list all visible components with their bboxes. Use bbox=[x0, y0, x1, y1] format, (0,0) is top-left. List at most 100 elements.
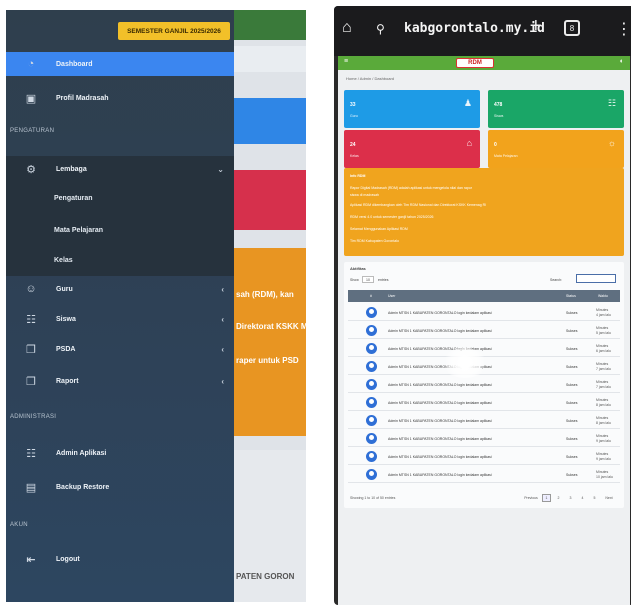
copy-icon: ❐ bbox=[26, 375, 36, 388]
sidebar-item-guru[interactable]: ☺ Guru ‹ bbox=[6, 278, 234, 300]
row-time: Minutes 7 jam lalu bbox=[596, 362, 611, 372]
site-settings-icon[interactable]: ⚲ bbox=[376, 22, 385, 36]
hamburger-icon[interactable]: ≡ bbox=[344, 58, 348, 65]
activity-table-card: Aktifitas Show 10 entries Search: # User… bbox=[344, 262, 624, 508]
pagination-next[interactable]: Next bbox=[602, 494, 616, 502]
sidebar-item-label: Siswa bbox=[56, 315, 76, 323]
sidebar-item-label: Kelas bbox=[54, 256, 73, 264]
sidebar-item-admin-aplikasi[interactable]: ☷ Admin Aplikasi bbox=[6, 442, 234, 464]
pagination-previous[interactable]: Previous bbox=[522, 494, 540, 502]
sidebar-item-label: Pengaturan bbox=[54, 194, 93, 202]
row-time-unit: Minutes bbox=[596, 326, 609, 330]
search-input[interactable] bbox=[576, 274, 616, 283]
show-label: Show bbox=[350, 278, 359, 282]
phone-photo: ⌂ ⚲ kabgorontalo.my.id + 8 ⋮ ≡ RDM ◐ Hom… bbox=[334, 6, 631, 605]
chevron-left-icon: ‹ bbox=[221, 284, 224, 294]
tab-switcher-button[interactable]: 8 bbox=[564, 20, 580, 36]
stat-card-kelas[interactable]: 24 Kelas ⌂ bbox=[344, 130, 480, 168]
user-menu-icon[interactable]: ◐ bbox=[620, 58, 624, 65]
row-time-unit: Minutes bbox=[596, 416, 609, 420]
users-icon: ☷ bbox=[26, 313, 36, 326]
info-line: Rapor Digital Madrasah (RDM) adalah apli… bbox=[350, 186, 472, 190]
sidebar-subitem-kelas[interactable]: Kelas bbox=[6, 250, 234, 270]
lightbulb-icon: ☼ bbox=[607, 138, 616, 148]
row-time: Minutes 8 jam lalu bbox=[596, 416, 611, 426]
row-status: Sukses bbox=[566, 329, 578, 333]
stat-card-siswa[interactable]: 478 Siswa ☷ bbox=[488, 90, 624, 128]
url-bar[interactable]: kabgorontalo.my.id bbox=[404, 21, 545, 36]
avatar bbox=[366, 343, 377, 354]
user-icon: ♟ bbox=[463, 98, 472, 108]
semester-badge: SEMESTER GANJIL 2025/2026 bbox=[118, 22, 230, 40]
row-user: Admin MTSN 1 KABUPATEN GORONTALO login k… bbox=[388, 383, 492, 387]
sidebar-item-raport[interactable]: ❐ Raport ‹ bbox=[6, 370, 234, 392]
stat-value: 478 bbox=[494, 102, 503, 108]
sidebar-item-label: Mata Pelajaran bbox=[54, 226, 104, 234]
stat-label: Guru bbox=[350, 114, 358, 118]
row-time-ago: 8 jam lalu bbox=[596, 421, 611, 425]
sidebar-item-label: Raport bbox=[56, 377, 79, 385]
bg-orange-box bbox=[234, 248, 306, 436]
institution-icon: ⌂ bbox=[466, 138, 472, 148]
chevron-left-icon: ‹ bbox=[221, 314, 224, 324]
sidebar-item-logout[interactable]: ⇤ Logout bbox=[6, 548, 234, 570]
table-title: Aktifitas bbox=[350, 266, 366, 271]
pagination-page-2[interactable]: 2 bbox=[554, 494, 563, 502]
chevron-left-icon: ‹ bbox=[221, 344, 224, 354]
avatar bbox=[366, 433, 377, 444]
row-time: Minutes 9 jam lalu bbox=[596, 434, 611, 444]
logout-icon: ⇤ bbox=[26, 553, 36, 566]
row-status: Sukses bbox=[566, 437, 578, 441]
new-tab-icon[interactable]: + bbox=[530, 15, 542, 38]
bg-white-band bbox=[234, 46, 306, 72]
sidebar-subitem-mata-pelajaran[interactable]: Mata Pelajaran bbox=[6, 220, 234, 240]
stat-card-guru[interactable]: 33 Guru ♟ bbox=[344, 90, 480, 128]
chevron-left-icon: ‹ bbox=[221, 376, 224, 386]
sidebar-item-label: Dashboard bbox=[56, 60, 93, 68]
row-time-ago: 5 jam lalu bbox=[596, 331, 611, 335]
stat-value: 33 bbox=[350, 102, 356, 108]
row-time: Minutes 6 jam lalu bbox=[596, 344, 611, 354]
sidebar-item-psda[interactable]: ❐ PSDA ‹ bbox=[6, 338, 234, 360]
row-time-unit: Minutes bbox=[596, 362, 609, 366]
avatar bbox=[366, 361, 377, 372]
dashboard-icon: ◔ bbox=[27, 58, 35, 70]
pagination-page-3[interactable]: 3 bbox=[566, 494, 575, 502]
chevron-down-icon: ⌄ bbox=[217, 164, 224, 174]
sidebar-subitem-pengaturan[interactable]: Pengaturan bbox=[6, 188, 234, 208]
sidebar-item-siswa[interactable]: ☷ Siswa ‹ bbox=[6, 308, 234, 330]
sidebar-item-label: Logout bbox=[56, 555, 80, 563]
stat-card-mapel[interactable]: 0 Mata Pelajaran ☼ bbox=[488, 130, 624, 168]
col-header-time[interactable]: Waktu bbox=[598, 294, 608, 298]
col-header-status[interactable]: Status bbox=[566, 294, 576, 298]
sidebar-item-dashboard[interactable]: ◔ Dashboard bbox=[6, 52, 234, 76]
sidebar-item-label: Profil Madrasah bbox=[56, 94, 109, 102]
info-box: Info RDM Rapor Digital Madrasah (RDM) ad… bbox=[344, 168, 624, 256]
browser-toolbar: ⌂ ⚲ kabgorontalo.my.id + 8 ⋮ bbox=[334, 6, 631, 56]
gears-icon: ⚙ bbox=[26, 163, 36, 176]
row-user: Admin MTSN 1 KABUPATEN GORONTALO login k… bbox=[388, 311, 492, 315]
sidebar-item-backup-restore[interactable]: ▤ Backup Restore bbox=[6, 476, 234, 498]
avatar bbox=[366, 469, 377, 480]
info-line: Selamat Menggunakan Aplikasi RDM bbox=[350, 227, 408, 231]
pagination-page-1[interactable]: 1 bbox=[542, 494, 551, 502]
row-time-ago: 9 jam lalu bbox=[596, 457, 611, 461]
row-time-unit: Minutes bbox=[596, 308, 609, 312]
sidebar-item-label: Guru bbox=[56, 285, 73, 293]
row-time-ago: 9 jam lalu bbox=[596, 439, 611, 443]
menu-kebab-icon[interactable]: ⋮ bbox=[616, 19, 631, 39]
col-header-user[interactable]: User bbox=[388, 294, 395, 298]
row-status: Sukses bbox=[566, 311, 578, 315]
pagination-page-5[interactable]: 5 bbox=[590, 494, 599, 502]
background-page: sah (RDM), kan Direktorat KSKK M raper u… bbox=[234, 10, 306, 602]
entries-select[interactable]: 10 bbox=[362, 276, 374, 283]
sidebar-item-lembaga[interactable]: ⚙ Lembaga ⌄ bbox=[6, 158, 234, 180]
table-row: Admin MTSN 1 KABUPATEN GORONTALO login k… bbox=[348, 376, 620, 393]
copy-icon: ❐ bbox=[26, 343, 36, 356]
home-icon[interactable]: ⌂ bbox=[342, 19, 352, 37]
sidebar-item-profil-madrasah[interactable]: ▣ Profil Madrasah bbox=[6, 86, 234, 110]
row-user: Admin MTSN 1 KABUPATEN GORONTALO login k… bbox=[388, 437, 492, 441]
row-time: Minutes 4 jam lalu bbox=[596, 308, 611, 318]
pagination-page-4[interactable]: 4 bbox=[578, 494, 587, 502]
bg-fragment-2: Direktorat KSKK M bbox=[236, 322, 306, 331]
